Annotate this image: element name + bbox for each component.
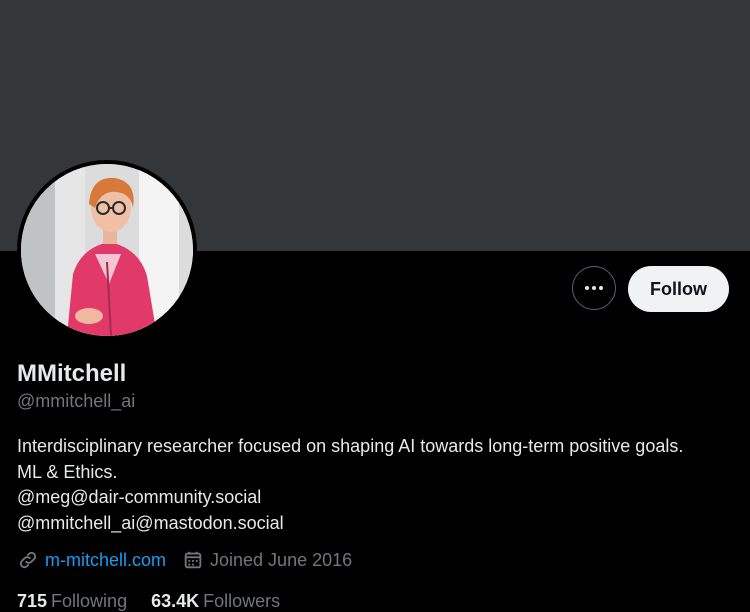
calendar-icon xyxy=(182,549,204,571)
bio-line: Interdisciplinary researcher focused on … xyxy=(17,436,684,456)
profile-stats: 715 Following 63.4K Followers xyxy=(17,591,304,612)
joined-date: Joined June 2016 xyxy=(210,549,353,570)
followers-count: 63.4K xyxy=(151,591,200,611)
link-icon xyxy=(17,549,39,571)
bio-mention-link[interactable]: @meg@dair-community.social xyxy=(17,485,683,511)
more-options-button[interactable] xyxy=(572,266,616,310)
website-link[interactable]: m-mitchell.com xyxy=(45,550,166,571)
joined-item: Joined June 2016 xyxy=(182,549,352,571)
following-count: 715 xyxy=(17,591,48,611)
followers-label: Followers xyxy=(203,591,281,611)
bio-line: ML & Ethics. xyxy=(17,461,118,482)
avatar-photo xyxy=(21,164,193,336)
website-item: m-mitchell.com xyxy=(17,549,166,571)
following-link[interactable]: 715 Following xyxy=(17,591,127,612)
more-dots-icon xyxy=(585,286,603,290)
follow-button[interactable]: Follow xyxy=(628,266,729,312)
profile-name: MMitchell xyxy=(17,360,127,387)
avatar[interactable] xyxy=(17,160,197,340)
profile-meta: m-mitchell.com Joined June 2016 xyxy=(17,549,368,571)
bio-mention-link[interactable]: @mmitchell_ai@mastodon.social xyxy=(17,511,683,537)
following-label: Following xyxy=(51,591,128,611)
followers-link[interactable]: 63.4K Followers xyxy=(151,591,280,612)
profile-bio: Interdisciplinary researcher focused on … xyxy=(17,434,683,536)
profile-handle: @mmitchell_ai xyxy=(17,391,136,411)
avatar-image xyxy=(21,164,193,336)
